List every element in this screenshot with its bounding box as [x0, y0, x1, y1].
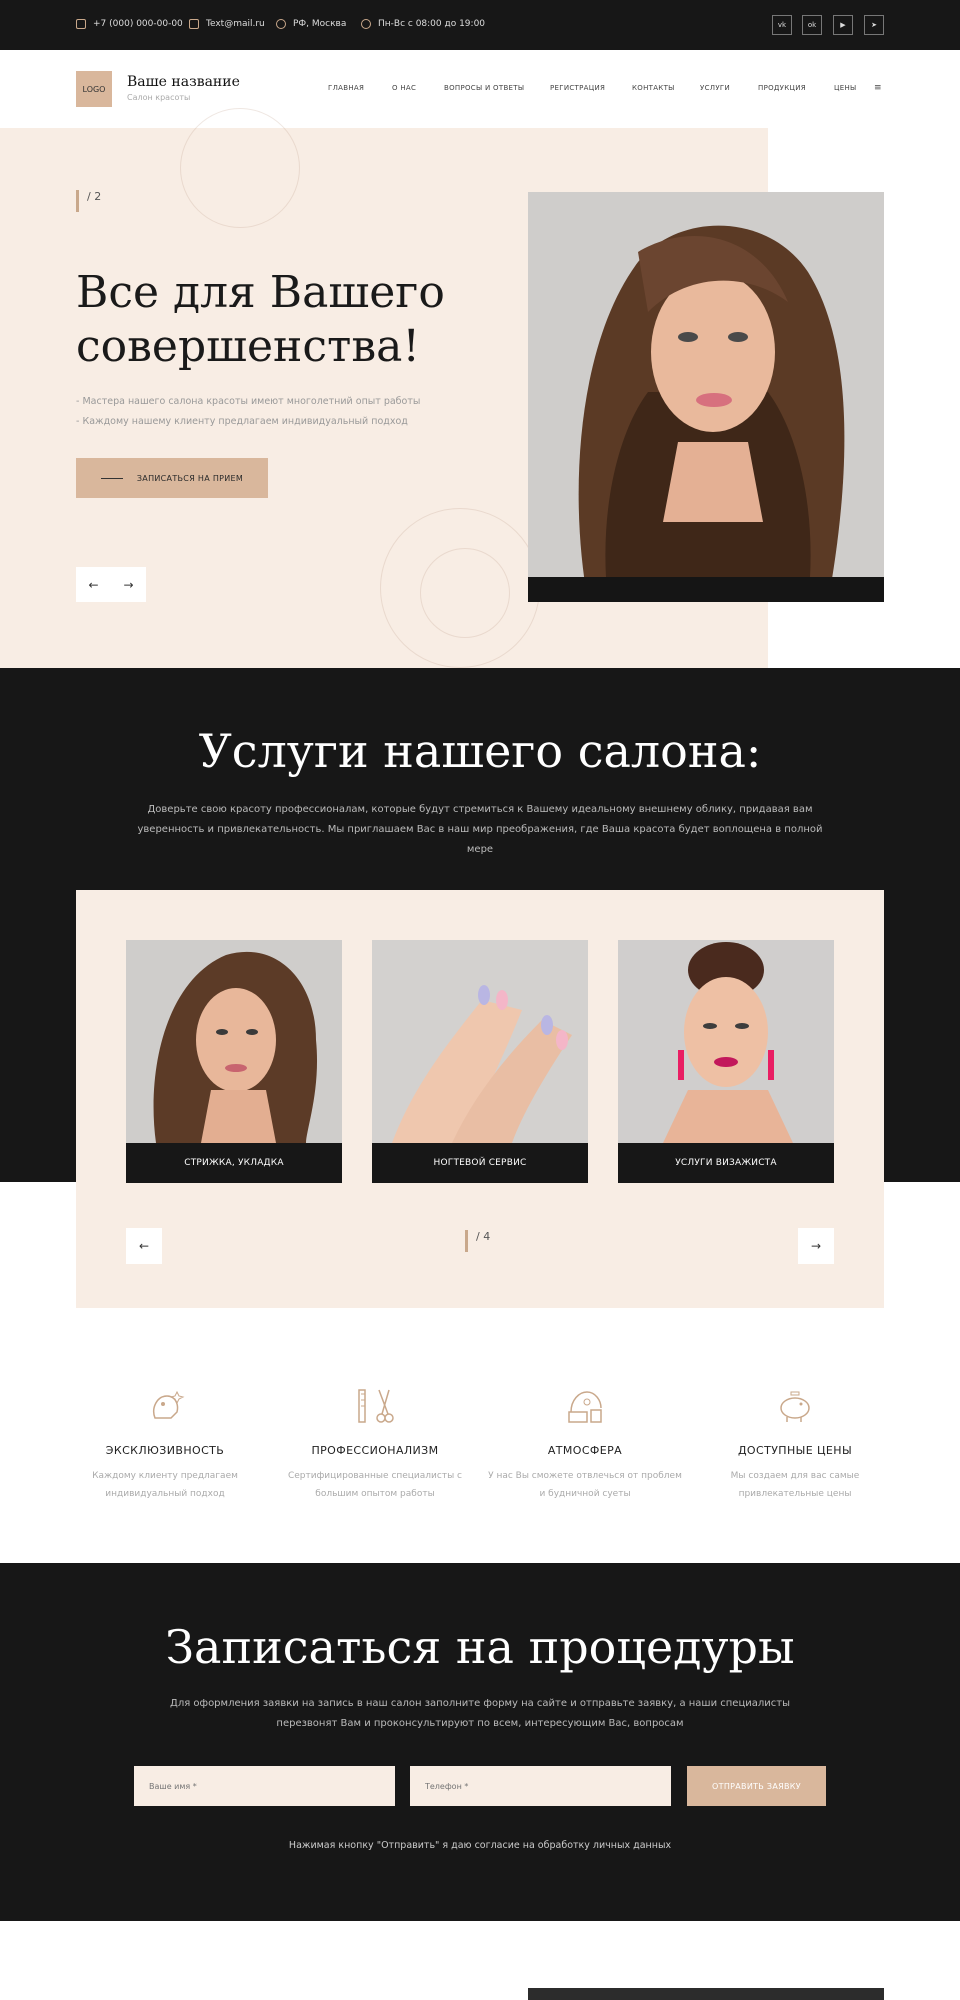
services-description: Доверьте свою красоту профессионалам, ко…	[137, 804, 823, 855]
hairdresser-tools-icon	[358, 1389, 394, 1423]
name-input[interactable]	[134, 1766, 395, 1806]
booking-title: Записаться на процедуры	[165, 1620, 795, 1674]
service-card-nails[interactable]: НОГТЕВОЙ СЕРВИС	[372, 940, 588, 1183]
nav-item-faq[interactable]: ВОПРОСЫ И ОТВЕТЫ	[444, 84, 524, 92]
nav-item-services[interactable]: УСЛУГИ	[700, 84, 730, 92]
feature-description: Мы создаем для вас самые привлекательные …	[730, 1471, 860, 1499]
services-slide-counter: / 4	[465, 1230, 490, 1252]
location-text: РФ, Москва	[293, 19, 347, 29]
email-contact[interactable]: Text@mail.ru	[189, 19, 265, 29]
feature-title: АТМОСФЕРА	[547, 1444, 623, 1457]
nav-item-contacts[interactable]: КОНТАКТЫ	[632, 84, 675, 92]
feature-description: Сертифицированные специалисты с большим о…	[287, 1471, 463, 1499]
brand-name[interactable]: Ваше название	[127, 74, 240, 90]
feature-title: ЭКСКЛЮЗИВНОСТЬ	[105, 1444, 225, 1457]
next-section-image	[528, 1988, 884, 2000]
arrow-right-icon: →	[810, 1239, 822, 1253]
hours-info: Пн-Вс с 08:00 до 19:00	[361, 19, 485, 29]
nav-item-prices[interactable]: ЦЕНЫ	[834, 84, 857, 92]
odnoklassniki-icon[interactable]: ok	[802, 15, 822, 35]
feature-title: ДОСТУПНЫЕ ЦЕНЫ	[737, 1444, 853, 1457]
service-card-makeup[interactable]: УСЛУГИ ВИЗАЖИСТА	[618, 940, 834, 1183]
feature-professionalism: ПРОФЕССИОНАЛИЗМ Сертифицированные специа…	[275, 1382, 475, 1503]
phone-contact[interactable]: +7 (000) 000-00-00	[76, 19, 183, 29]
youtube-icon[interactable]: ▶	[833, 15, 853, 35]
service-card-label: НОГТЕВОЙ СЕРВИС	[372, 1143, 588, 1183]
hero-title: Все для Вашего совершенства!	[76, 267, 445, 372]
phone-icon	[76, 19, 86, 29]
telegram-icon[interactable]: ➤	[864, 15, 884, 35]
hero-point: - Каждому нашему клиенту предлагаем инди…	[76, 416, 408, 427]
nav-item-registration[interactable]: РЕГИСТРАЦИЯ	[550, 84, 605, 92]
makeup-photo	[618, 940, 834, 1143]
salon-interior-icon	[568, 1391, 602, 1423]
menu-icon[interactable]: ≡	[874, 83, 882, 93]
phone-text: +7 (000) 000-00-00	[93, 19, 183, 29]
submit-request-button[interactable]: ОТПРАВИТЬ ЗАЯВКУ	[687, 1766, 826, 1806]
hero-slide-counter: / 2	[76, 190, 101, 212]
arrow-right-icon[interactable]: →	[123, 578, 133, 592]
phone-input[interactable]	[410, 1766, 671, 1806]
arrow-left-icon[interactable]: ←	[88, 578, 98, 592]
feature-title: ПРОФЕССИОНАЛИЗМ	[311, 1444, 439, 1457]
location-icon	[276, 19, 286, 29]
service-card-haircut[interactable]: СТРИЖКА, УКЛАДКА	[126, 940, 342, 1183]
feature-exclusivity: ЭКСКЛЮЗИВНОСТЬ Каждому клиенту предлагае…	[65, 1382, 265, 1503]
feature-description: У нас Вы сможете отвлечься от проблем и б…	[488, 1471, 682, 1499]
services-title: Услуги нашего салона:	[198, 724, 762, 778]
service-card-label: СТРИЖКА, УКЛАДКА	[126, 1143, 342, 1183]
piggy-bank-icon	[780, 1391, 810, 1422]
feature-prices: ДОСТУПНЫЕ ЦЕНЫ Мы создаем для вас самые п…	[695, 1382, 895, 1503]
mail-icon	[189, 19, 199, 29]
vk-icon[interactable]: vk	[772, 15, 792, 35]
book-appointment-button[interactable]: ЗАПИСАТЬСЯ НА ПРИЕМ	[76, 458, 268, 498]
services-prev-button[interactable]: ←	[126, 1228, 162, 1264]
feature-atmosphere: АТМОСФЕРА У нас Вы сможете отвлечься от …	[485, 1382, 685, 1503]
booking-description: Для оформления заявки на запись в наш са…	[170, 1698, 790, 1729]
email-text: Text@mail.ru	[206, 19, 265, 29]
site-header: LOGO Ваше название Салон красоты ГЛАВНАЯ…	[0, 50, 960, 128]
nav-item-about[interactable]: О НАС	[392, 84, 416, 92]
brand-subtitle: Салон красоты	[127, 93, 191, 102]
clock-icon	[361, 19, 371, 29]
location-info: РФ, Москва	[276, 19, 346, 29]
hero-model-photo	[528, 192, 884, 602]
feature-description: Каждому клиенту предлагаем индивидуальный…	[92, 1471, 238, 1499]
hero-arrows: ← →	[76, 567, 146, 602]
services-next-button[interactable]: →	[798, 1228, 834, 1264]
hero-point: - Мастера нашего салона красоты имеют мн…	[76, 396, 421, 407]
logo[interactable]: LOGO	[76, 71, 112, 107]
nails-photo	[372, 940, 588, 1143]
nav-item-home[interactable]: ГЛАВНАЯ	[328, 84, 364, 92]
booking-section	[0, 1563, 960, 1921]
top-bar: +7 (000) 000-00-00 Text@mail.ru РФ, Моск…	[0, 0, 960, 50]
consent-note: Нажимая кнопку "Отправить" я даю согласи…	[288, 1840, 672, 1851]
nav-item-products[interactable]: ПРОДУКЦИЯ	[758, 84, 806, 92]
pet-care-icon	[153, 1390, 185, 1419]
haircut-photo	[126, 940, 342, 1143]
hours-text: Пн-Вс с 08:00 до 19:00	[378, 19, 486, 29]
arrow-left-icon: ←	[138, 1239, 150, 1253]
service-card-label: УСЛУГИ ВИЗАЖИСТА	[618, 1143, 834, 1183]
